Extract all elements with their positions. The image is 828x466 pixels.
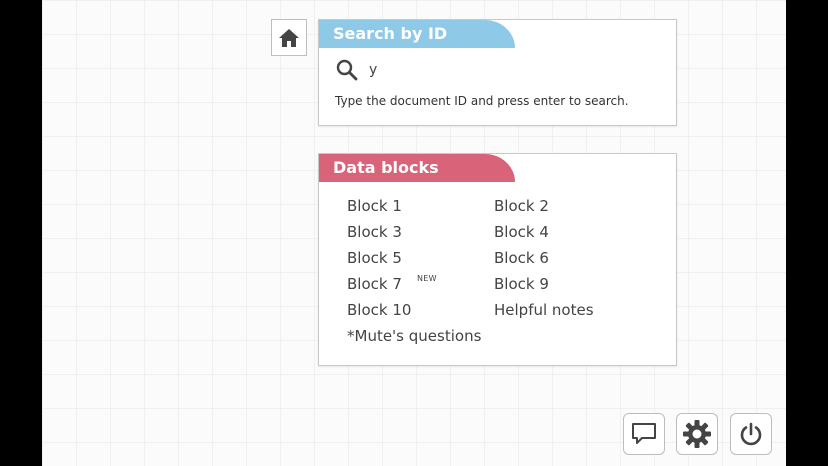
block-link-9[interactable]: Block 9 — [494, 275, 549, 293]
power-button[interactable] — [730, 413, 772, 455]
search-panel: Search by ID Type the document ID and pr… — [318, 19, 677, 126]
settings-button[interactable] — [676, 413, 718, 455]
search-icon — [336, 59, 358, 81]
blocks-panel-title: Data blocks — [319, 154, 515, 182]
feedback-button[interactable] — [623, 413, 665, 455]
new-badge: NEW — [417, 274, 437, 283]
search-input[interactable] — [369, 62, 609, 78]
block-link-5[interactable]: Block 5 — [347, 249, 402, 267]
helpful-notes-link[interactable]: Helpful notes — [494, 301, 594, 319]
search-hint: Type the document ID and press enter to … — [335, 94, 629, 108]
blocks-panel: Data blocks Block 1 Block 2 Block 3 Bloc… — [318, 153, 677, 366]
home-button[interactable] — [271, 19, 307, 56]
block-link-4[interactable]: Block 4 — [494, 223, 549, 241]
feedback-icon — [632, 423, 656, 444]
block-link-2[interactable]: Block 2 — [494, 197, 549, 215]
search-panel-title: Search by ID — [319, 20, 515, 48]
power-icon — [740, 422, 762, 446]
mute-questions-link[interactable]: *Mute's questions — [347, 327, 481, 345]
block-link-6[interactable]: Block 6 — [494, 249, 549, 267]
gear-icon — [683, 420, 711, 448]
block-link-3[interactable]: Block 3 — [347, 223, 402, 241]
block-link-1[interactable]: Block 1 — [347, 197, 402, 215]
search-row — [335, 58, 609, 82]
block-link-7[interactable]: Block 7 — [347, 275, 402, 293]
app-stage: Search by ID Type the document ID and pr… — [42, 0, 786, 466]
home-icon — [279, 28, 299, 47]
block-link-10[interactable]: Block 10 — [347, 301, 411, 319]
